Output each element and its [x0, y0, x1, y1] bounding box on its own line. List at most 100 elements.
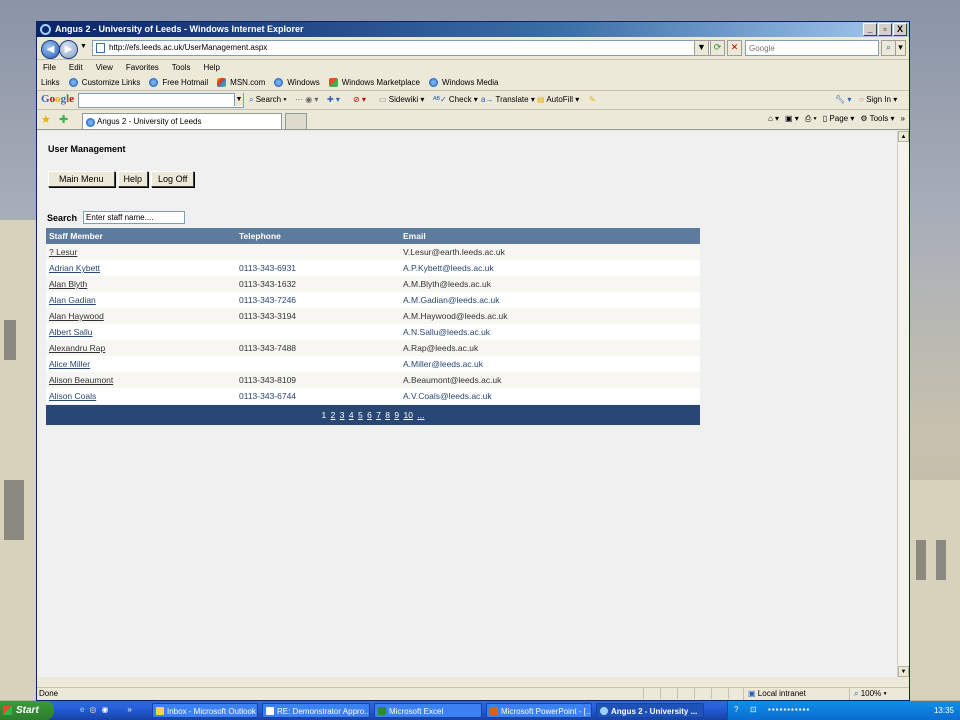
outlook-quicklaunch-icon[interactable]: ◎	[89, 705, 96, 714]
link-windows[interactable]: Windows	[274, 75, 320, 90]
page-number-link[interactable]: 4	[349, 410, 354, 420]
page-number-link[interactable]: 7	[376, 410, 381, 420]
staff-name-link[interactable]: Alan Gadian	[49, 295, 96, 305]
sign-in-button[interactable]: ○ Sign In ▾	[859, 94, 897, 106]
menu-edit[interactable]: Edit	[69, 60, 83, 75]
vertical-scrollbar[interactable]: ▲ ▼	[897, 131, 909, 677]
page-number-link[interactable]: 2	[331, 410, 336, 420]
menu-tools[interactable]: Tools	[172, 60, 191, 75]
autofill-button[interactable]: ▤ AutoFill ▾	[537, 94, 579, 106]
column-header-email[interactable]: Email	[400, 228, 700, 244]
link-windows-marketplace[interactable]: Windows Marketplace	[328, 75, 420, 90]
search-magnifier-icon[interactable]: ⌕	[881, 40, 896, 56]
menu-favorites[interactable]: Favorites	[126, 60, 159, 75]
log-off-button[interactable]: Log Off	[151, 171, 195, 187]
help-tray-icon[interactable]: ?	[734, 705, 738, 714]
close-button[interactable]: X	[893, 23, 907, 36]
print-icon[interactable]: ⎙ ▾	[805, 112, 817, 126]
staff-name-link[interactable]: ? Lesur	[49, 247, 77, 257]
column-header-telephone[interactable]: Telephone	[236, 228, 400, 244]
system-tray: ? ⊡ ▪▪▪▪▪▪▪▪▪▪▪ 13:35	[727, 701, 960, 720]
google-search-chevron-down-icon[interactable]: ▼	[234, 93, 243, 106]
quicklaunch-more-chevron-icon[interactable]: »	[127, 705, 131, 714]
bookmark-plus-icon[interactable]: ✚ ▾	[327, 94, 340, 106]
recent-pages-chevron-down-icon[interactable]: ▼	[80, 43, 87, 50]
menu-file[interactable]: File	[43, 60, 56, 75]
popup-blocker-icon[interactable]: ⊘ ▾	[353, 94, 366, 106]
sidewiki-button[interactable]: ▭ Sidewiki ▾	[379, 94, 424, 106]
taskbar-item-re-demonstrator[interactable]: RE: Demonstrator Appro...	[262, 703, 370, 718]
link-customize-links[interactable]: Customize Links	[68, 75, 140, 90]
link-msn[interactable]: MSN.com	[217, 75, 265, 90]
page-number-link[interactable]: 8	[385, 410, 390, 420]
staff-name-link[interactable]: Alan Haywood	[49, 311, 104, 321]
new-tab-button[interactable]	[285, 113, 307, 129]
taskbar-item-powerpoint[interactable]: Microsoft PowerPoint - [...	[486, 703, 592, 718]
tab-angus[interactable]: Angus 2 - University of Leeds	[82, 113, 282, 129]
more-chevron-icon[interactable]: »	[901, 112, 905, 126]
security-zone[interactable]: ▣ Local intranet	[743, 688, 806, 700]
search-box[interactable]	[745, 40, 879, 56]
staff-name-link[interactable]: Alison Coals	[49, 391, 96, 401]
feeds-icon[interactable]: ▣ ▾	[785, 112, 799, 126]
staff-search-input[interactable]	[83, 211, 186, 224]
search-input[interactable]	[746, 41, 878, 55]
taskbar-item-angus[interactable]: Angus 2 - University ...	[596, 703, 704, 718]
scroll-down-arrow-icon[interactable]: ▼	[898, 666, 909, 677]
page-more-link[interactable]: ...	[417, 410, 424, 420]
staff-name-link[interactable]: Alan Blyth	[49, 279, 87, 289]
page-number-link[interactable]: 10	[404, 410, 413, 420]
scroll-up-arrow-icon[interactable]: ▲	[898, 131, 909, 142]
google-search-button[interactable]: ⌕ Search ▾	[249, 94, 287, 106]
address-row: ◀ ▶ ▼ http://efs.leeds.ac.uk/UserManagem…	[37, 37, 909, 60]
title-bar[interactable]: Angus 2 - University of Leeds - Windows …	[37, 22, 909, 37]
staff-name-link[interactable]: Adrian Kybett	[49, 263, 100, 273]
menu-help[interactable]: Help	[203, 60, 219, 75]
page-menu[interactable]: ▯ Page ▾	[823, 112, 855, 126]
link-free-hotmail[interactable]: Free Hotmail	[149, 75, 208, 90]
translate-button[interactable]: a→ Translate ▾	[481, 94, 535, 106]
add-favorites-icon[interactable]: ✚	[59, 113, 68, 126]
ie-icon	[40, 24, 51, 35]
taskbar-item-excel[interactable]: Microsoft Excel	[374, 703, 482, 718]
help-button[interactable]: Help	[117, 171, 149, 187]
page-number-link[interactable]: 5	[358, 410, 363, 420]
minimize-button[interactable]: _	[863, 23, 877, 36]
home-icon[interactable]: ⌂ ▾	[768, 112, 779, 126]
google-search-input[interactable]	[78, 93, 244, 108]
media-quicklaunch-icon[interactable]: ◉	[101, 705, 108, 714]
main-menu-button[interactable]: Main Menu	[48, 171, 115, 187]
back-button[interactable]: ◀	[41, 40, 60, 59]
taskbar-item-outlook[interactable]: Inbox - Microsoft Outlook	[152, 703, 258, 718]
page-number-link[interactable]: 3	[340, 410, 345, 420]
wrench-icon[interactable]: 🔧︎ ▾	[835, 94, 851, 106]
staff-name-link[interactable]: Albert Sallu	[49, 327, 92, 337]
stop-icon[interactable]: ✕	[727, 40, 742, 56]
restore-button[interactable]: ▫	[878, 23, 892, 36]
ie-quicklaunch-icon[interactable]: e	[80, 705, 84, 714]
search-options-chevron-down-icon[interactable]: ▾	[895, 40, 906, 56]
zoom-level[interactable]: ⌕ 100% ▾	[849, 688, 887, 700]
tray-app-icons[interactable]: ▪▪▪▪▪▪▪▪▪▪▪	[768, 705, 810, 714]
menu-view[interactable]: View	[96, 60, 113, 75]
table-row: Alison Beaumont 0113-343-8109 A.Beaumont…	[46, 372, 700, 388]
highlight-pen-icon[interactable]: ✎	[589, 94, 596, 106]
telephone-cell: 0113-343-6744	[236, 388, 400, 404]
staff-name-link[interactable]: Alexandru Rap	[49, 343, 105, 353]
column-header-staff-member[interactable]: Staff Member	[46, 228, 236, 244]
favorites-star-icon[interactable]: ★	[41, 113, 51, 126]
spell-check-button[interactable]: ᴬᴮ✓ Check ▾	[433, 94, 478, 106]
address-bar[interactable]: http://efs.leeds.ac.uk/UserManagement.as…	[92, 40, 722, 56]
refresh-icon[interactable]: ⟳	[710, 40, 725, 56]
google-more-icon[interactable]: ⋯ ◉ ▾	[295, 94, 318, 106]
network-tray-icon[interactable]: ⊡	[750, 705, 757, 714]
staff-name-link[interactable]: Alice Miller	[49, 359, 90, 369]
forward-button[interactable]: ▶	[59, 40, 78, 59]
page-number-link[interactable]: 9	[394, 410, 399, 420]
tools-menu[interactable]: ⚙ Tools ▾	[860, 112, 894, 126]
address-dropdown-chevron-down-icon[interactable]: ▼	[694, 40, 709, 56]
staff-name-link[interactable]: Alison Beaumont	[49, 375, 113, 385]
page-number-link[interactable]: 6	[367, 410, 372, 420]
link-windows-media[interactable]: Windows Media	[429, 75, 498, 90]
start-button[interactable]: Start	[0, 701, 54, 720]
